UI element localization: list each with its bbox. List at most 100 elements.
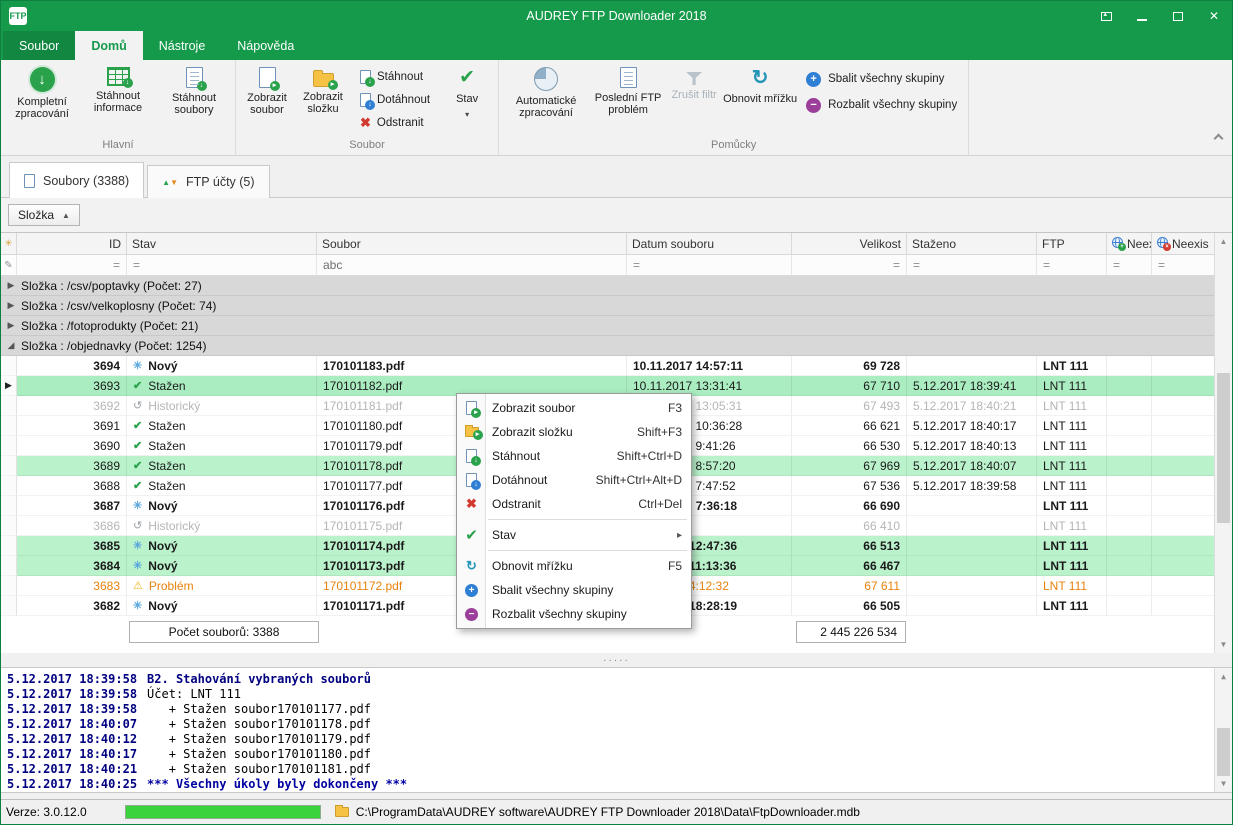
filter-cell-id[interactable]: = <box>17 255 127 275</box>
column-header-neexistuje-ftp[interactable]: +Neexis <box>1107 233 1152 254</box>
dotahnout-small-button[interactable]: ↓ Dotáhnout <box>355 89 435 111</box>
menu-item-zobrazit-slozku[interactable]: ▸Zobrazit složkuShift+F3 <box>457 420 691 444</box>
menu-item-rozbalit-vsechny-skupiny[interactable]: −Rozbalit všechny skupiny <box>457 602 691 626</box>
cell-stav: ✔Stažen <box>127 376 317 396</box>
menu-item-zobrazit-soubor[interactable]: ▸Zobrazit souborF3 <box>457 396 691 420</box>
scroll-down-icon[interactable]: ▼ <box>1215 776 1232 791</box>
stahnout-soubory-button[interactable]: ↓ Stáhnout soubory <box>156 62 232 138</box>
obnovit-mrizku-button[interactable]: ↻ Obnovit mřížku <box>722 62 798 138</box>
scroll-up-icon[interactable]: ▲ <box>1215 669 1232 684</box>
log-vertical-scrollbar[interactable]: ▲ ▼ <box>1214 668 1232 792</box>
minimize-button[interactable] <box>1124 1 1160 31</box>
ribbon-display-options-button[interactable] <box>1088 1 1124 31</box>
group-by-chip-slozka[interactable]: Složka ▲ <box>8 204 80 226</box>
kompletni-zpracovani-button[interactable]: ↓ Kompletní zpracování <box>4 62 80 138</box>
rozbalit-skupiny-button[interactable]: − Rozbalit všechny skupiny <box>806 94 957 116</box>
close-button[interactable]: ✕ <box>1196 1 1232 31</box>
menu-shortcut: Shift+Ctrl+D <box>617 449 682 463</box>
filter-cell-stazeno[interactable]: = <box>907 255 1037 275</box>
filter-cell-neexistuje-ftp[interactable]: = <box>1107 255 1152 275</box>
column-header-neexistuje-disk[interactable]: ×Neexis <box>1152 233 1216 254</box>
scrollbar-thumb[interactable] <box>1217 373 1230 523</box>
log-line: 5.12.2017 18:40:07 + Stažen soubor170101… <box>7 717 1232 732</box>
stahnout-informace-button[interactable]: ↓ Stáhnout informace <box>80 62 156 138</box>
menu-item-label: Obnovit mřížku <box>492 559 573 573</box>
zobrazit-slozku-button[interactable]: ▸ Zobrazit složku <box>295 62 351 138</box>
cell-neexistuje-ftp <box>1107 556 1152 576</box>
menu-item-odstranit[interactable]: ✖OdstranitCtrl+Del <box>457 492 691 516</box>
downloaded-check-icon: ✔ <box>133 419 142 432</box>
cell-velikost: 66 505 <box>792 596 907 616</box>
group-row[interactable]: ▶Složka : /csv/velkoplosny (Počet: 74) <box>1 296 1216 316</box>
posledni-ftp-problem-button[interactable]: Poslední FTP problém <box>590 62 666 138</box>
scrollbar-thumb[interactable] <box>1217 728 1230 776</box>
column-header-stazeno[interactable]: Staženo <box>907 233 1037 254</box>
group-row[interactable]: ▶Složka : /csv/poptavky (Počet: 27) <box>1 276 1216 296</box>
download-extra-icon: ↓ <box>460 473 483 487</box>
cell-ftp: LNT 111 <box>1037 576 1107 596</box>
zrusit-filtr-button[interactable]: Zrušit filtr <box>666 62 722 138</box>
expand-groups-icon: − <box>460 608 483 621</box>
menu-item-sbalit-vsechny-skupiny[interactable]: +Sbalit všechny skupiny <box>457 578 691 602</box>
scroll-down-icon[interactable]: ▼ <box>1215 637 1232 652</box>
menu-item-obnovit-mrizku[interactable]: ↻Obnovit mřížkuF5 <box>457 554 691 578</box>
splitter-handle[interactable]: ····· <box>1 653 1232 667</box>
group-collapsed-icon[interactable]: ▶ <box>1 300 21 311</box>
ribbon-tab-domu[interactable]: Domů <box>75 31 142 60</box>
column-header-ftp[interactable]: FTP <box>1037 233 1107 254</box>
ribbon-tab-nastroje[interactable]: Nástroje <box>143 31 222 60</box>
column-header-soubor[interactable]: Soubor <box>317 233 627 254</box>
sbalit-skupiny-button[interactable]: + Sbalit všechny skupiny <box>806 68 957 90</box>
menu-item-stav[interactable]: ✔Stav▸ <box>457 523 691 547</box>
column-header-id[interactable]: ID <box>17 233 127 254</box>
cell-velikost: 66 467 <box>792 556 907 576</box>
column-header-velikost[interactable]: Velikost <box>792 233 907 254</box>
button-label: Odstranit <box>377 117 424 129</box>
group-expanded-icon[interactable]: ◢ <box>1 340 21 351</box>
cell-neexistuje-ftp <box>1107 436 1152 456</box>
row-indicator <box>1 496 17 516</box>
zobrazit-soubor-button[interactable]: ▸ Zobrazit soubor <box>239 62 295 138</box>
filter-cell-velikost[interactable]: = <box>792 255 907 275</box>
filter-cell-ftp[interactable]: = <box>1037 255 1107 275</box>
downloaded-check-icon: ✔ <box>133 479 142 492</box>
menu-separator <box>488 550 687 551</box>
grid-vertical-scrollbar[interactable]: ▲ ▼ <box>1214 233 1232 653</box>
button-label: Zobrazit složku <box>295 91 351 115</box>
menu-item-stahnout[interactable]: ↓StáhnoutShift+Ctrl+D <box>457 444 691 468</box>
filter-cell-stav[interactable]: = <box>127 255 317 275</box>
scroll-up-icon[interactable]: ▲ <box>1215 234 1232 249</box>
menu-item-dotahnout[interactable]: ↓DotáhnoutShift+Ctrl+Alt+D <box>457 468 691 492</box>
document-tab-soubory[interactable]: Soubory (3388) <box>9 162 144 198</box>
cell-neexistuje-disk <box>1152 356 1216 376</box>
column-header-stav[interactable]: Stav <box>127 233 317 254</box>
group-collapsed-icon[interactable]: ▶ <box>1 280 21 291</box>
clear-filter-icon <box>686 72 702 85</box>
filter-cell-neexistuje-disk[interactable]: = <box>1152 255 1216 275</box>
sort-asc-icon: ▲ <box>62 211 70 220</box>
group-collapsed-icon[interactable]: ▶ <box>1 320 21 331</box>
automaticke-zpracovani-button[interactable]: Automatické zpracování <box>502 62 590 138</box>
ribbon-tab-napoveda[interactable]: Nápověda <box>221 31 310 60</box>
row-indicator <box>1 556 17 576</box>
view-file-icon: ▸ <box>259 67 276 88</box>
column-header-datum[interactable]: Datum souboru <box>627 233 792 254</box>
ribbon-tab-soubor[interactable]: Soubor <box>3 31 75 60</box>
filter-cell-datum[interactable]: = <box>627 255 792 275</box>
filter-cell-soubor[interactable]: abc <box>317 255 627 275</box>
cell-id: 3683 <box>17 576 127 596</box>
cell-stazeno <box>907 556 1037 576</box>
group-row[interactable]: ▶Složka : /fotoprodukty (Počet: 21) <box>1 316 1216 336</box>
group-row[interactable]: ◢Složka : /objednavky (Počet: 1254) <box>1 336 1216 356</box>
indicator-column-header[interactable]: ✳ <box>1 233 17 254</box>
filter-row-indicator: ✎ <box>1 255 17 275</box>
stahnout-small-button[interactable]: ↓ Stáhnout <box>355 66 435 88</box>
document-tab-ftp-ucty[interactable]: ▲▼FTP účty (5) <box>147 165 269 198</box>
ribbon-collapse-button[interactable] <box>1215 129 1222 147</box>
cell-stazeno: 5.12.2017 18:40:21 <box>907 396 1037 416</box>
odstranit-small-button[interactable]: ✖ Odstranit <box>355 112 435 134</box>
table-row[interactable]: 3694✳Nový170101183.pdf10.11.2017 14:57:1… <box>1 356 1216 376</box>
maximize-button[interactable] <box>1160 1 1196 31</box>
stav-button[interactable]: ✔ Stav ▾ <box>439 62 495 138</box>
cell-neexistuje-disk <box>1152 436 1216 456</box>
